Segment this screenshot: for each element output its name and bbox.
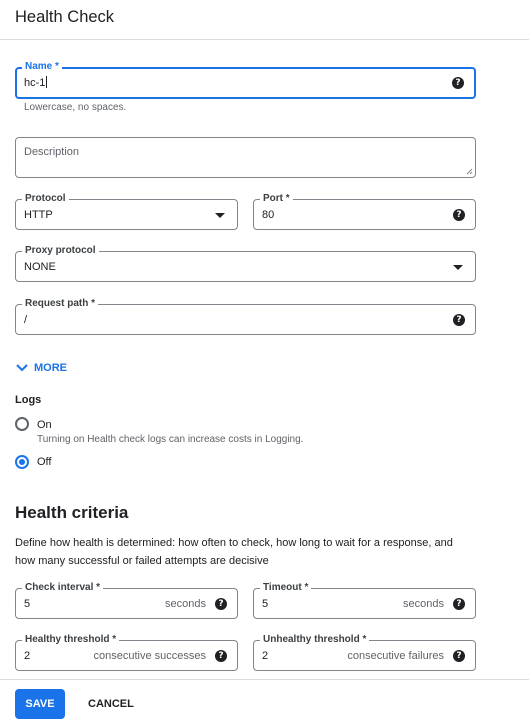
protocol-label: Protocol — [22, 193, 69, 205]
check-interval-value[interactable]: 5 — [24, 597, 30, 611]
port-field[interactable]: Port * 80 ? — [253, 193, 476, 230]
check-interval-label: Check interval * — [22, 582, 104, 594]
logs-off-radio[interactable] — [15, 455, 29, 469]
chevron-down-icon — [16, 364, 28, 372]
timeout-field[interactable]: Timeout * 5 seconds ? — [253, 582, 476, 619]
name-label: Name * — [22, 61, 62, 73]
help-icon[interactable]: ? — [453, 314, 465, 326]
protocol-value: HTTP — [24, 209, 53, 221]
healthy-threshold-label: Healthy threshold * — [22, 634, 120, 646]
page-header: Health Check — [0, 0, 529, 40]
logs-off-label[interactable]: Off — [37, 456, 51, 468]
name-value: hc-1 — [24, 77, 46, 89]
more-label: MORE — [34, 362, 67, 374]
proxy-protocol-value: NONE — [24, 261, 56, 273]
unhealthy-threshold-label: Unhealthy threshold * — [260, 634, 370, 646]
arrow-drop-down-icon — [215, 213, 225, 218]
timeout-label: Timeout * — [260, 582, 312, 594]
proxy-protocol-select[interactable]: Proxy protocol NONE — [15, 245, 476, 282]
logs-on-radio[interactable] — [15, 417, 29, 431]
check-interval-field[interactable]: Check interval * 5 seconds ? — [15, 582, 238, 619]
logs-on-label[interactable]: On — [37, 419, 52, 431]
description-placeholder: Description — [24, 146, 80, 158]
save-button[interactable]: SAVE — [15, 689, 65, 719]
help-icon[interactable]: ? — [453, 650, 465, 662]
protocol-select[interactable]: Protocol HTTP — [15, 193, 238, 230]
request-path-label: Request path * — [22, 298, 99, 310]
healthy-threshold-field[interactable]: Healthy threshold * 2 consecutive succes… — [15, 634, 238, 671]
port-value[interactable]: 80 — [262, 208, 274, 222]
footer-bar: SAVE CANCEL — [0, 679, 529, 719]
cancel-button[interactable]: CANCEL — [80, 689, 142, 719]
name-input[interactable]: hc-1 — [24, 76, 48, 90]
help-icon[interactable]: ? — [453, 598, 465, 610]
name-hint: Lowercase, no spaces. — [24, 102, 127, 113]
port-label: Port * — [260, 193, 293, 205]
healthy-threshold-value[interactable]: 2 — [24, 649, 30, 663]
timeout-value[interactable]: 5 — [262, 597, 268, 611]
unhealthy-threshold-field[interactable]: Unhealthy threshold * 2 consecutive fail… — [253, 634, 476, 671]
health-criteria-heading: Health criteria — [15, 503, 129, 522]
request-path-field[interactable]: Request path * / ? — [15, 298, 476, 335]
logs-label: Logs — [15, 394, 42, 406]
help-icon[interactable]: ? — [215, 598, 227, 610]
help-icon[interactable]: ? — [452, 77, 464, 89]
description-field[interactable]: Description — [15, 137, 476, 178]
check-interval-unit: seconds — [165, 598, 206, 610]
resize-handle-icon[interactable] — [466, 168, 473, 175]
help-icon[interactable]: ? — [453, 209, 465, 221]
arrow-drop-down-icon — [453, 265, 463, 270]
proxy-protocol-label: Proxy protocol — [22, 245, 99, 257]
timeout-unit: seconds — [403, 598, 444, 610]
more-button[interactable]: MORE — [15, 361, 67, 375]
healthy-threshold-unit: consecutive successes — [93, 650, 207, 662]
name-field[interactable]: Name * hc-1 ? — [15, 61, 476, 99]
unhealthy-threshold-unit: consecutive failures — [347, 650, 444, 662]
unhealthy-threshold-value[interactable]: 2 — [262, 649, 268, 663]
page-title: Health Check — [15, 8, 115, 26]
health-criteria-description: Define how health is determined: how oft… — [15, 537, 453, 567]
text-cursor — [46, 76, 48, 88]
request-path-value[interactable]: / — [24, 313, 27, 327]
logs-on-note: Turning on Health check logs can increas… — [37, 434, 304, 445]
help-icon[interactable]: ? — [215, 650, 227, 662]
